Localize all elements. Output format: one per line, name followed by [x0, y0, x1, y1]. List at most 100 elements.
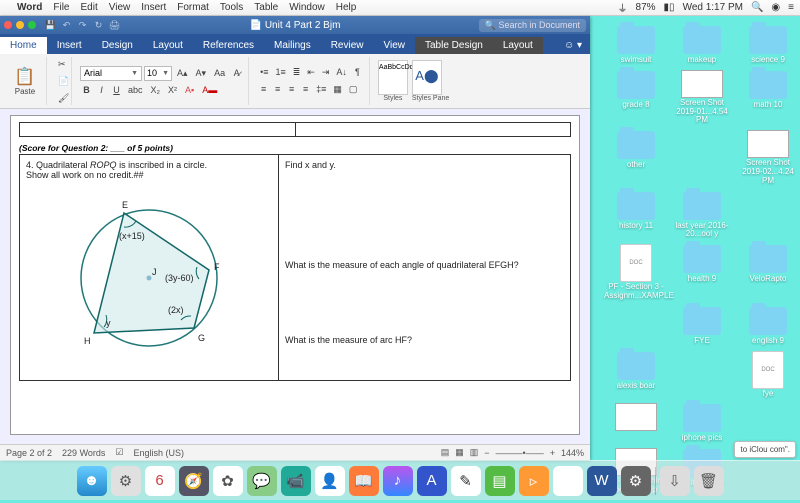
desktop-item[interactable]: english 9 — [736, 305, 800, 346]
menu-format[interactable]: Format — [177, 2, 209, 13]
word-count[interactable]: 229 Words — [62, 448, 105, 458]
tab-table-design[interactable]: Table Design — [415, 37, 493, 54]
multilevel-icon[interactable]: ≣ — [290, 65, 304, 80]
font-size-select[interactable]: 10▼ — [144, 66, 172, 81]
cut-icon[interactable]: ✂ — [55, 57, 68, 72]
web-view-icon[interactable]: ▥ — [470, 447, 479, 458]
clock[interactable]: Wed 1:17 PM — [683, 2, 743, 13]
inc-indent-icon[interactable]: ⇥ — [319, 65, 333, 80]
photos-app[interactable]: ✿ — [213, 466, 243, 496]
font-name-select[interactable]: Arial▼ — [80, 66, 142, 81]
italic-button[interactable]: I — [95, 83, 108, 97]
spotlight-icon[interactable]: 🔍 — [751, 2, 763, 13]
close-button[interactable] — [4, 21, 12, 29]
tab-review[interactable]: Review — [321, 37, 374, 54]
pages-app[interactable]: ✎ — [451, 466, 481, 496]
sysprefs-app[interactable]: ⚙ — [621, 466, 651, 496]
clear-format-icon[interactable]: A̷ — [230, 66, 243, 80]
language[interactable]: English (US) — [133, 448, 184, 458]
paste-button[interactable]: 📋Paste — [9, 67, 41, 96]
menu-view[interactable]: View — [109, 2, 131, 13]
tab-mailings[interactable]: Mailings — [264, 37, 321, 54]
menu-window[interactable]: Window — [289, 2, 325, 13]
downloads-stack[interactable]: ⇩ — [660, 466, 690, 496]
facetime-app[interactable]: 📹 — [281, 466, 311, 496]
repeat-icon[interactable]: ↻ — [92, 20, 105, 31]
desktop-item[interactable]: DOCfye — [736, 350, 800, 399]
desktop-item[interactable]: Screen Shot 2019-01...4.54 PM — [670, 69, 734, 125]
menu-table[interactable]: Table — [254, 2, 278, 13]
keynote-app[interactable]: ▹ — [519, 466, 549, 496]
tab-table-layout[interactable]: Layout — [493, 37, 543, 54]
share-button[interactable]: ☺ ▾ — [556, 37, 590, 54]
change-case-icon[interactable]: Aa — [211, 66, 228, 80]
desktop-item[interactable]: makeup — [670, 24, 734, 65]
tab-references[interactable]: References — [193, 37, 264, 54]
shrink-font-icon[interactable]: A▾ — [193, 66, 210, 81]
numbers-app[interactable]: ▤ — [485, 466, 515, 496]
desktop-item[interactable]: Screen Shot 2019-02...4.24 PM — [736, 129, 800, 185]
strike-button[interactable]: abc — [125, 83, 146, 97]
desktop-item[interactable]: VeloRapto — [736, 243, 800, 301]
format-painter-icon[interactable]: 🖌 — [55, 91, 68, 106]
save-icon[interactable]: 💾 — [44, 20, 57, 31]
desktop-item[interactable]: iphone pics — [670, 402, 734, 443]
contacts-app[interactable]: 👤 — [315, 466, 345, 496]
style-normal[interactable]: AaBbCcDdEe — [378, 60, 408, 95]
line-spacing-icon[interactable]: ‡≡ — [313, 82, 329, 97]
notif-icon[interactable]: ≡ — [788, 2, 794, 13]
ibooks-app[interactable]: 📖 — [349, 466, 379, 496]
word-app[interactable]: W — [587, 466, 617, 496]
align-center-icon[interactable]: ≡ — [271, 82, 284, 97]
print-icon[interactable]: 🖨 — [108, 20, 121, 31]
page-indicator[interactable]: Page 2 of 2 — [6, 448, 52, 458]
align-right-icon[interactable]: ≡ — [285, 82, 298, 97]
numbering-icon[interactable]: 1≡ — [272, 65, 288, 80]
launchpad-app[interactable]: ⚙ — [111, 466, 141, 496]
tab-home[interactable]: Home — [0, 37, 47, 54]
menu-help[interactable]: Help — [336, 2, 357, 13]
dec-indent-icon[interactable]: ⇤ — [304, 65, 318, 80]
desktop-item[interactable]: FYE — [670, 305, 734, 346]
menu-tools[interactable]: Tools — [220, 2, 243, 13]
styles-pane-button[interactable]: A⬤ — [412, 60, 442, 95]
desktop-item[interactable]: grade 8 — [604, 69, 668, 125]
desktop-item[interactable]: science 9 — [736, 24, 800, 65]
messages-app[interactable]: 💬 — [247, 466, 277, 496]
sort-icon[interactable]: A↓ — [333, 65, 350, 80]
desktop-item[interactable]: DOCPF - Section 3 - Assignm...XAMPLE — [604, 243, 668, 301]
desktop-item[interactable]: last year 2016-20...ool y — [670, 190, 734, 240]
bullets-icon[interactable]: •≡ — [257, 65, 271, 80]
desktop-item[interactable]: alexis boar — [604, 350, 668, 399]
desktop-item[interactable]: swimsuit — [604, 24, 668, 65]
grow-font-icon[interactable]: A▴ — [174, 66, 191, 81]
redo-icon[interactable]: ↷ — [76, 20, 89, 31]
menu-file[interactable]: File — [53, 2, 69, 13]
appstore-app[interactable]: A — [417, 466, 447, 496]
desktop-item[interactable]: history 11 — [604, 190, 668, 240]
justify-icon[interactable]: ≡ — [299, 82, 312, 97]
subscript-button[interactable]: X₂ — [148, 83, 164, 97]
minimize-button[interactable] — [16, 21, 24, 29]
siri-icon[interactable]: ◉ — [771, 2, 780, 13]
wifi-icon[interactable]: ⏚ — [618, 0, 628, 15]
show-marks-icon[interactable]: ¶ — [351, 65, 364, 80]
zoom-level[interactable]: 144% — [561, 448, 584, 458]
desktop-item[interactable] — [604, 402, 668, 443]
borders-icon[interactable]: ▢ — [346, 82, 361, 97]
copy-icon[interactable]: 📄 — [55, 74, 68, 89]
print-view-icon[interactable]: ▦ — [455, 447, 464, 458]
desktop-item[interactable]: health 9 — [670, 243, 734, 301]
highlight-button[interactable]: A▪ — [182, 83, 197, 97]
desktop-item[interactable]: math 10 — [736, 69, 800, 125]
zoom-out[interactable]: − — [484, 448, 489, 458]
bold-button[interactable]: B — [80, 83, 93, 97]
search-box[interactable]: 🔍 Search in Document — [479, 19, 586, 32]
zoom-button[interactable] — [28, 21, 36, 29]
shading-icon[interactable]: ▦ — [330, 82, 345, 97]
document-area[interactable]: (Score for Question 2: ___ of 5 points) … — [0, 109, 590, 444]
zoom-in[interactable]: + — [550, 448, 555, 458]
chrome-app[interactable]: ◉ — [553, 466, 583, 496]
superscript-button[interactable]: X² — [165, 83, 180, 97]
spellcheck-icon[interactable]: ☑ — [115, 447, 123, 458]
